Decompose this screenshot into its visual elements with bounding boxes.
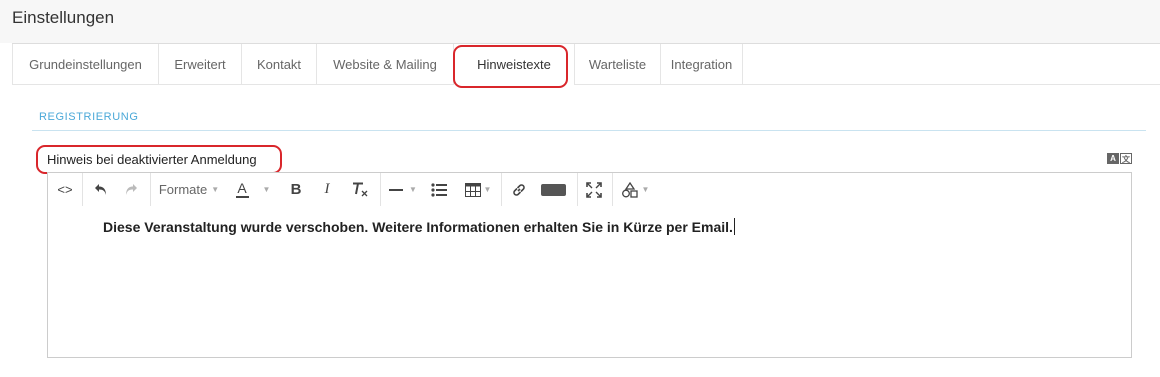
editor-content-area[interactable]: Diese Veranstaltung wurde verschoben. We… (47, 206, 1132, 358)
clear-format-icon (353, 182, 368, 197)
page-title: Einstellungen (12, 8, 115, 27)
tab-warteliste[interactable]: Warteliste (575, 44, 661, 85)
placeholder-block-button[interactable] (538, 173, 568, 206)
format-dropdown[interactable]: Formate ▼ (153, 173, 225, 206)
field-label: Hinweis bei deaktivierter Anmeldung (47, 152, 257, 167)
translate-icon-target: 文 (1120, 153, 1132, 164)
bold-button[interactable]: B (283, 173, 309, 206)
table-button[interactable]: ▼ (459, 173, 497, 206)
toolbar-separator (150, 173, 151, 206)
translate-icon[interactable]: A 文 (1107, 153, 1132, 164)
bold-icon: B (290, 181, 302, 198)
toolbar-separator (577, 173, 578, 206)
text-cursor (733, 218, 735, 235)
undo-icon (95, 184, 106, 195)
font-color-icon: A (235, 179, 249, 198)
fullscreen-button[interactable] (581, 173, 607, 206)
toolbar-separator (380, 173, 381, 206)
translate-icon-source: A (1107, 153, 1119, 164)
link-icon (513, 183, 525, 196)
toolbar-separator (82, 173, 83, 206)
italic-icon: I (324, 181, 330, 197)
shapes-icon (621, 181, 638, 198)
clear-format-button[interactable] (346, 173, 374, 206)
editor-paragraph[interactable]: Diese Veranstaltung wurde verschoben. We… (103, 218, 735, 235)
toolbar-separator (612, 173, 613, 206)
bulleted-list-button[interactable] (426, 173, 452, 206)
tab-kontakt[interactable]: Kontakt (242, 44, 317, 85)
editor-toolbar: <> Formate ▼ A ▼ B I ▼ ▼ ▼ (47, 172, 1132, 207)
undo-button[interactable] (88, 173, 114, 206)
source-code-button[interactable]: <> (48, 173, 82, 206)
table-icon (464, 182, 481, 197)
italic-button[interactable]: I (314, 173, 340, 206)
tab-hinweistexte[interactable]: Hinweistexte (454, 44, 575, 85)
tab-bar: Grundeinstellungen Erweitert Kontakt Web… (12, 43, 1160, 85)
chevron-down-icon: ▼ (262, 185, 271, 194)
chevron-down-icon: ▼ (211, 185, 220, 194)
placeholder-block-icon (540, 183, 566, 196)
redo-button[interactable] (118, 173, 144, 206)
tab-website-mailing[interactable]: Website & Mailing (317, 44, 454, 85)
shapes-button[interactable]: ▼ (616, 173, 654, 206)
bulleted-list-icon (431, 182, 447, 197)
toolbar-separator (501, 173, 502, 206)
section-divider (32, 130, 1146, 131)
chevron-down-icon: ▼ (483, 185, 492, 194)
horizontal-line-button[interactable]: ▼ (384, 173, 422, 206)
header-bar: Einstellungen (0, 0, 1160, 43)
fullscreen-icon (586, 181, 602, 198)
format-label: Formate (158, 182, 208, 197)
section-title: REGISTRIERUNG (39, 111, 139, 123)
tab-erweitert[interactable]: Erweitert (159, 44, 242, 85)
chevron-down-icon: ▼ (409, 185, 417, 194)
link-button[interactable] (506, 173, 532, 206)
horizontal-line-icon (389, 188, 404, 191)
tab-integration[interactable]: Integration (661, 44, 743, 85)
font-color-letter: A (237, 179, 247, 196)
chevron-down-icon: ▼ (641, 185, 650, 194)
editor-text: Diese Veranstaltung wurde verschoben. We… (103, 219, 733, 235)
tab-grundeinstellungen[interactable]: Grundeinstellungen (12, 44, 159, 85)
redo-icon (126, 184, 137, 195)
font-color-button[interactable]: A ▼ (231, 173, 275, 206)
code-icon: <> (57, 182, 73, 197)
font-color-underline (235, 195, 249, 198)
